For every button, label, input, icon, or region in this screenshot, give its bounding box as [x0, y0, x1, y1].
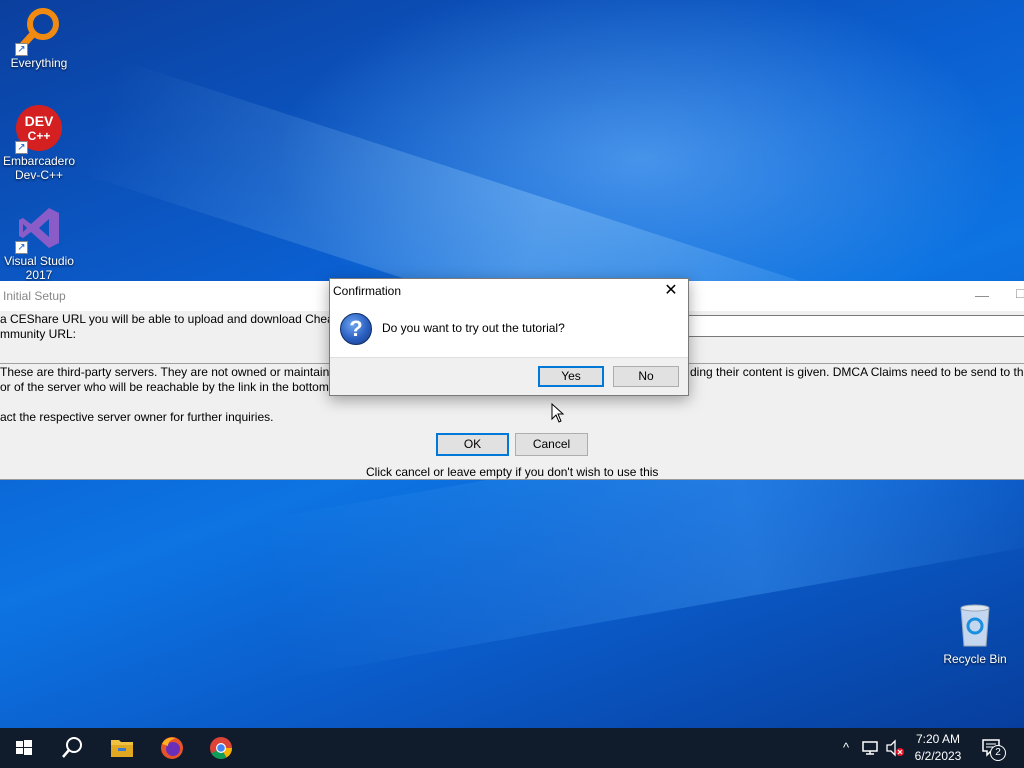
- desktop-icon-everything[interactable]: ↗ Everything: [0, 6, 78, 70]
- network-icon[interactable]: [860, 738, 880, 758]
- recycle-bin-icon: [951, 602, 999, 650]
- folder-icon: [111, 740, 133, 757]
- close-button[interactable]: ✕: [658, 281, 684, 301]
- taskbar-firefox[interactable]: [148, 728, 196, 768]
- community-url-label: mmunity URL:: [0, 327, 77, 341]
- svg-text:C++: C++: [28, 129, 51, 143]
- shortcut-arrow-icon: ↗: [15, 141, 28, 154]
- taskbar-chrome[interactable]: [197, 728, 245, 768]
- setup-hint: Click cancel or leave empty if you don't…: [366, 465, 659, 479]
- show-hidden-icons-button[interactable]: ^: [838, 740, 854, 755]
- start-button[interactable]: [0, 728, 48, 768]
- svg-text:DEV: DEV: [25, 113, 54, 129]
- dialog-titlebar: Confirmation ✕: [330, 279, 688, 303]
- disclaimer-text-2: or of the server who will be reachable b…: [0, 380, 329, 394]
- mouse-cursor-icon: [551, 403, 565, 423]
- shortcut-arrow-icon: ↗: [15, 43, 28, 56]
- maximize-button[interactable]: □: [1016, 285, 1024, 307]
- taskbar-file-explorer[interactable]: [98, 728, 146, 768]
- disclaimer-text-1-right: ding their content is given. DMCA Claims…: [690, 365, 1024, 379]
- dialog-title: Confirmation: [333, 284, 402, 298]
- disclaimer-text-1: These are third-party servers. They are …: [0, 365, 343, 379]
- cancel-button[interactable]: Cancel: [515, 433, 588, 456]
- desktop-icon-devcpp[interactable]: DEV C++ ↗ Embarcadero Dev-C++: [0, 104, 78, 182]
- action-center-button[interactable]: 2: [980, 736, 1008, 761]
- clock-date[interactable]: 6/2/2023: [908, 749, 968, 763]
- desktop-icon-visual-studio[interactable]: ↗ Visual Studio 2017: [0, 204, 78, 282]
- minimize-button[interactable]: —: [970, 285, 994, 307]
- desktop-icon-label-line2: 2017: [25, 268, 53, 282]
- chrome-icon: [210, 737, 232, 759]
- taskbar-search-button[interactable]: [48, 728, 96, 768]
- desktop-icon-label-line1: Visual Studio: [4, 254, 74, 268]
- desktop-icon-label-line1: Embarcadero: [2, 154, 76, 168]
- setup-description: a CEShare URL you will be able to upload…: [0, 312, 338, 326]
- no-button[interactable]: No: [613, 366, 679, 387]
- disclaimer-text-3: act the respective server owner for furt…: [0, 410, 274, 424]
- dialog-body: ? Do you want to try out the tutorial?: [330, 303, 688, 357]
- desktop-icon-label-line2: Dev-C++: [14, 168, 64, 182]
- search-icon: [62, 737, 82, 758]
- yes-button[interactable]: Yes: [538, 366, 604, 387]
- desktop-icon-label: Everything: [10, 56, 68, 70]
- setup-title: Initial Setup: [3, 289, 66, 303]
- windows-start-icon: [16, 740, 32, 755]
- notification-count-badge: 2: [990, 745, 1006, 761]
- desktop-icon-recycle-bin[interactable]: Recycle Bin: [936, 602, 1014, 666]
- ok-button[interactable]: OK: [436, 433, 509, 456]
- visual-studio-icon: ↗: [15, 204, 63, 254]
- shortcut-arrow-icon: ↗: [15, 241, 28, 254]
- everything-search-icon: ↗: [15, 6, 63, 56]
- dialog-footer: Yes No: [330, 357, 688, 395]
- clock-time[interactable]: 7:20 AM: [908, 732, 968, 746]
- dialog-message: Do you want to try out the tutorial?: [382, 321, 565, 335]
- firefox-icon: [161, 737, 183, 759]
- desktop-icon-label: Recycle Bin: [943, 652, 1007, 666]
- volume-muted-icon[interactable]: [884, 738, 906, 758]
- question-icon: ?: [340, 313, 372, 345]
- taskbar: ^ 7:20 AM 6/2/2023 2: [0, 728, 1024, 768]
- confirmation-dialog: Confirmation ✕ ? Do you want to try out …: [329, 278, 689, 396]
- devcpp-icon: DEV C++ ↗: [15, 104, 63, 154]
